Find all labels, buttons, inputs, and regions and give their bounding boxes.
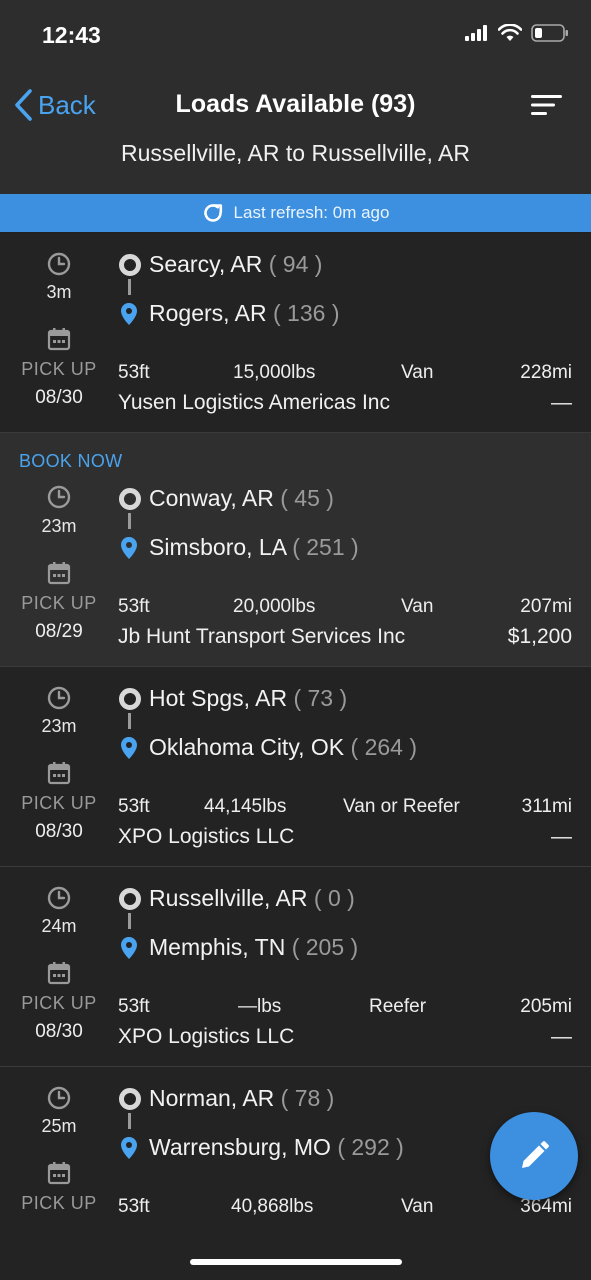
load-rate: —: [551, 1025, 572, 1048]
load-rate: $1,200: [507, 625, 572, 648]
destination-city: Rogers, AR ( 136 ): [149, 300, 340, 326]
trailer-length: 53ft: [118, 362, 150, 383]
load-age: 23m: [41, 716, 77, 736]
company-name: XPO Logistics LLC: [118, 1025, 295, 1048]
load-weight: 15,000lbs: [233, 362, 316, 383]
wifi-icon: [498, 24, 522, 41]
pencil-icon: [522, 1141, 549, 1168]
origin-city: Hot Spgs, AR ( 73 ): [149, 685, 348, 711]
destination-city: Memphis, TN ( 205 ): [149, 934, 359, 960]
route-connector: [128, 513, 131, 529]
trailer-length: 53ft: [118, 796, 150, 817]
origin-circle-icon: [119, 488, 141, 510]
map-pin-icon: [121, 937, 137, 959]
load-weight: 44,145lbs: [204, 796, 287, 817]
book-now-badge[interactable]: BOOK NOW: [19, 451, 122, 472]
clock-icon: [47, 686, 71, 710]
map-pin-icon: [121, 737, 137, 759]
clock-icon: [47, 252, 71, 276]
map-pin-icon: [121, 1137, 137, 1159]
pickup-label: PICK UP: [21, 359, 97, 379]
company-name: XPO Logistics LLC: [118, 825, 295, 848]
sort-button[interactable]: [531, 94, 563, 121]
route-connector: [128, 913, 131, 929]
map-pin-icon: [121, 303, 137, 325]
equipment-type: Van or Reefer: [343, 796, 460, 817]
company-name: Yusen Logistics Americas Inc: [118, 391, 390, 414]
equipment-type: Reefer: [369, 996, 427, 1017]
pickup-date: 08/30: [35, 387, 83, 408]
refresh-icon: [203, 204, 222, 222]
calendar-icon: [47, 762, 71, 785]
calendar-icon: [47, 562, 71, 585]
origin-circle-icon: [119, 888, 141, 910]
load-card[interactable]: 24m PICK UP 08/30 Russellville, AR ( 0 )…: [0, 867, 591, 1067]
pickup-date: 08/29: [35, 621, 83, 642]
calendar-icon: [47, 1162, 71, 1185]
clock-icon: [47, 1086, 71, 1110]
load-rate: —: [551, 391, 572, 414]
cellular-signal-icon: [465, 25, 487, 41]
status-time: 12:43: [42, 22, 101, 48]
status-bar: 12:43: [0, 0, 591, 70]
pickup-label: PICK UP: [21, 593, 97, 613]
pickup-date: 08/30: [35, 821, 83, 842]
sort-icon: [531, 95, 562, 115]
load-weight: —lbs: [238, 996, 282, 1017]
calendar-icon: [47, 328, 71, 351]
origin-circle-icon: [119, 1088, 141, 1110]
equipment-type: Van: [401, 1196, 434, 1217]
clock-icon: [47, 886, 71, 910]
trip-distance: 228mi: [520, 362, 572, 383]
equipment-type: Van: [401, 596, 434, 617]
system-icons: [465, 24, 569, 42]
load-age: 3m: [46, 282, 72, 302]
load-age: 24m: [41, 916, 77, 936]
clock-icon: [47, 485, 71, 509]
trip-distance: 205mi: [520, 996, 572, 1017]
home-indicator: [190, 1259, 402, 1265]
load-weight: 40,868lbs: [231, 1196, 314, 1217]
battery-icon: [531, 24, 568, 42]
load-card[interactable]: 23m PICK UP 08/30 Hot Spgs, AR ( 73 ) Ok…: [0, 667, 591, 867]
pickup-label: PICK UP: [21, 793, 97, 813]
page-title: Loads Available (93): [175, 90, 416, 118]
destination-city: Simsboro, LA ( 251 ): [149, 534, 359, 560]
pickup-label: PICK UP: [21, 993, 97, 1013]
load-age: 25m: [41, 1116, 77, 1136]
origin-city: Conway, AR ( 45 ): [149, 485, 334, 511]
destination-city: Warrensburg, MO ( 292 ): [149, 1134, 404, 1160]
edit-search-button[interactable]: [490, 1112, 578, 1200]
route-connector: [128, 713, 131, 729]
navigation-bar: Back Loads Available (93) Russellville, …: [0, 70, 591, 194]
pickup-label: PICK UP: [21, 1193, 97, 1213]
trip-distance: 207mi: [520, 596, 572, 617]
origin-city: Searcy, AR ( 94 ): [149, 251, 323, 277]
route-connector: [128, 279, 131, 295]
company-name: Jb Hunt Transport Services Inc: [118, 625, 406, 648]
load-card[interactable]: BOOK NOW 23m PICK UP 08/29 Conway, AR ( …: [0, 433, 591, 667]
trailer-length: 53ft: [118, 596, 150, 617]
destination-city: Oklahoma City, OK ( 264 ): [149, 734, 418, 760]
origin-circle-icon: [119, 688, 141, 710]
refresh-bar[interactable]: Last refresh: 0m ago: [0, 194, 591, 232]
trailer-length: 53ft: [118, 996, 150, 1017]
load-age: 23m: [41, 516, 77, 536]
load-card[interactable]: 3m PICK UP 08/30 Searcy, AR ( 94 ) Roger…: [0, 233, 591, 433]
origin-city: Russellville, AR ( 0 ): [149, 885, 355, 911]
pickup-date: 08/30: [35, 1021, 83, 1042]
load-rate: —: [551, 825, 572, 848]
origin-city: Norman, AR ( 78 ): [149, 1085, 335, 1111]
search-route: Russellville, AR to Russellville, AR: [121, 140, 470, 166]
equipment-type: Van: [401, 362, 434, 383]
trip-distance: 311mi: [521, 796, 572, 817]
calendar-icon: [47, 962, 71, 985]
trailer-length: 53ft: [118, 1196, 150, 1217]
origin-circle-icon: [119, 254, 141, 276]
load-weight: 20,000lbs: [233, 596, 316, 617]
refresh-text: Last refresh: 0m ago: [233, 203, 390, 222]
map-pin-icon: [121, 537, 137, 559]
route-connector: [128, 1113, 131, 1129]
